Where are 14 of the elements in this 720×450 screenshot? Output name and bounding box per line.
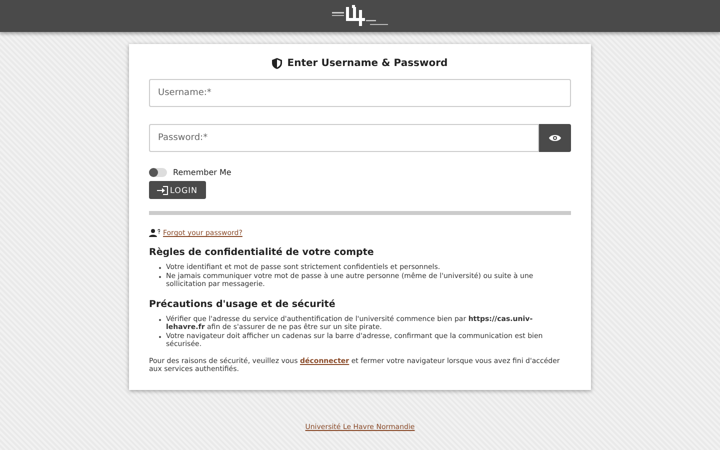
login-icon [157, 186, 168, 194]
remember-me-label: Remember Me [173, 168, 232, 177]
university-logo-drawing [332, 4, 388, 28]
eye-icon [549, 134, 561, 142]
section-heading: Règles de confidentialité de votre compte [149, 247, 375, 258]
username-field[interactable]: Username:* [149, 79, 571, 107]
user-question-icon [149, 229, 160, 237]
form-title: Enter Username & Password [287, 58, 448, 69]
section-heading: Précautions d'usage et de sécurité [149, 298, 336, 310]
login-button[interactable]: LOGIN [149, 181, 206, 199]
remember-me-toggle[interactable] [149, 168, 167, 177]
shield-icon [272, 58, 282, 69]
show-password-button[interactable] [539, 124, 571, 152]
password-field[interactable]: Password:* [149, 124, 539, 152]
